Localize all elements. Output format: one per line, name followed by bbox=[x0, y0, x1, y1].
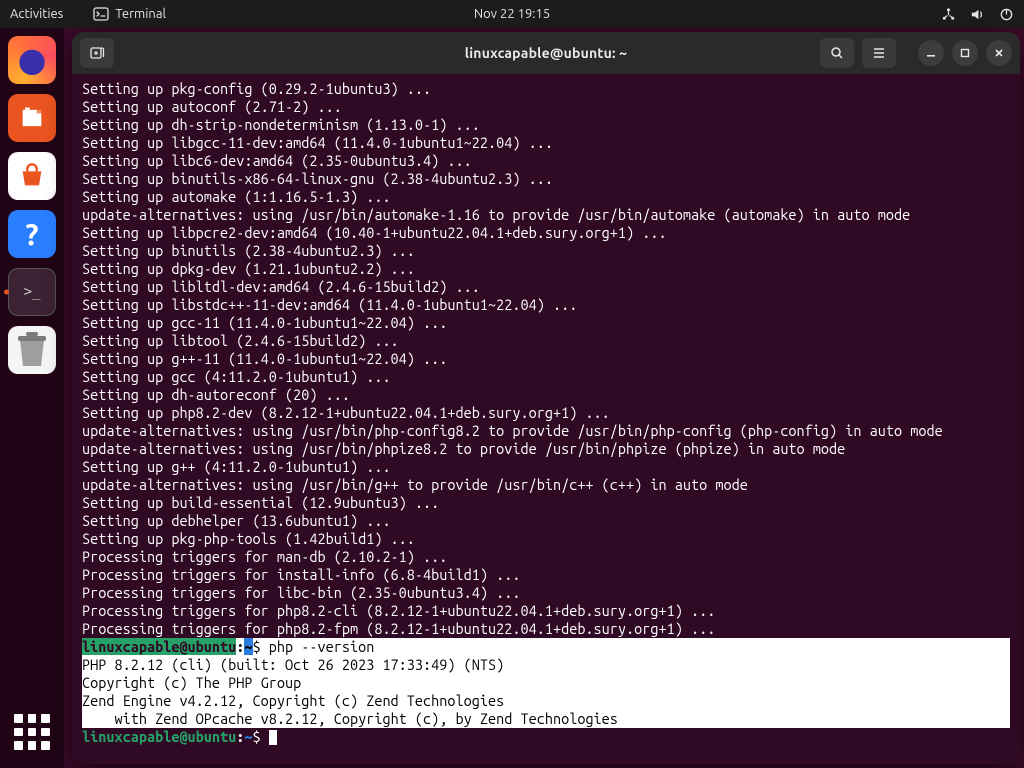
terminal-small-icon bbox=[93, 6, 109, 22]
help-icon[interactable]: ? bbox=[8, 210, 56, 258]
window-title: linuxcapable@ubuntu: ~ bbox=[465, 45, 627, 61]
network-icon[interactable] bbox=[941, 7, 956, 22]
search-button[interactable] bbox=[820, 38, 854, 68]
close-button[interactable] bbox=[986, 40, 1012, 66]
clock[interactable]: Nov 22 19:15 bbox=[474, 7, 550, 21]
minimize-button[interactable] bbox=[918, 40, 944, 66]
firefox-icon[interactable] bbox=[8, 36, 56, 84]
topbar-app-menu[interactable]: Terminal bbox=[93, 6, 166, 22]
hamburger-menu-button[interactable] bbox=[862, 38, 896, 68]
power-icon[interactable] bbox=[999, 7, 1014, 22]
topbar-app-label: Terminal bbox=[115, 7, 166, 21]
terminal-output[interactable]: Setting up pkg-config (0.29.2-1ubuntu3) … bbox=[72, 74, 1020, 764]
gnome-top-bar: Activities Terminal Nov 22 19:15 bbox=[0, 0, 1024, 28]
terminal-icon[interactable]: >_ bbox=[8, 268, 56, 316]
trash-icon[interactable] bbox=[8, 326, 56, 374]
volume-icon[interactable] bbox=[970, 7, 985, 22]
maximize-button[interactable] bbox=[952, 40, 978, 66]
show-applications-button[interactable] bbox=[14, 714, 50, 750]
software-store-icon[interactable] bbox=[8, 152, 56, 200]
files-icon[interactable] bbox=[8, 94, 56, 142]
terminal-window: linuxcapable@ubuntu: ~ Setting up pkg-co… bbox=[72, 32, 1020, 764]
window-titlebar: linuxcapable@ubuntu: ~ bbox=[72, 32, 1020, 74]
new-tab-button[interactable] bbox=[80, 38, 114, 68]
ubuntu-dock: ? >_ bbox=[0, 28, 64, 768]
activities-button[interactable]: Activities bbox=[10, 7, 63, 21]
